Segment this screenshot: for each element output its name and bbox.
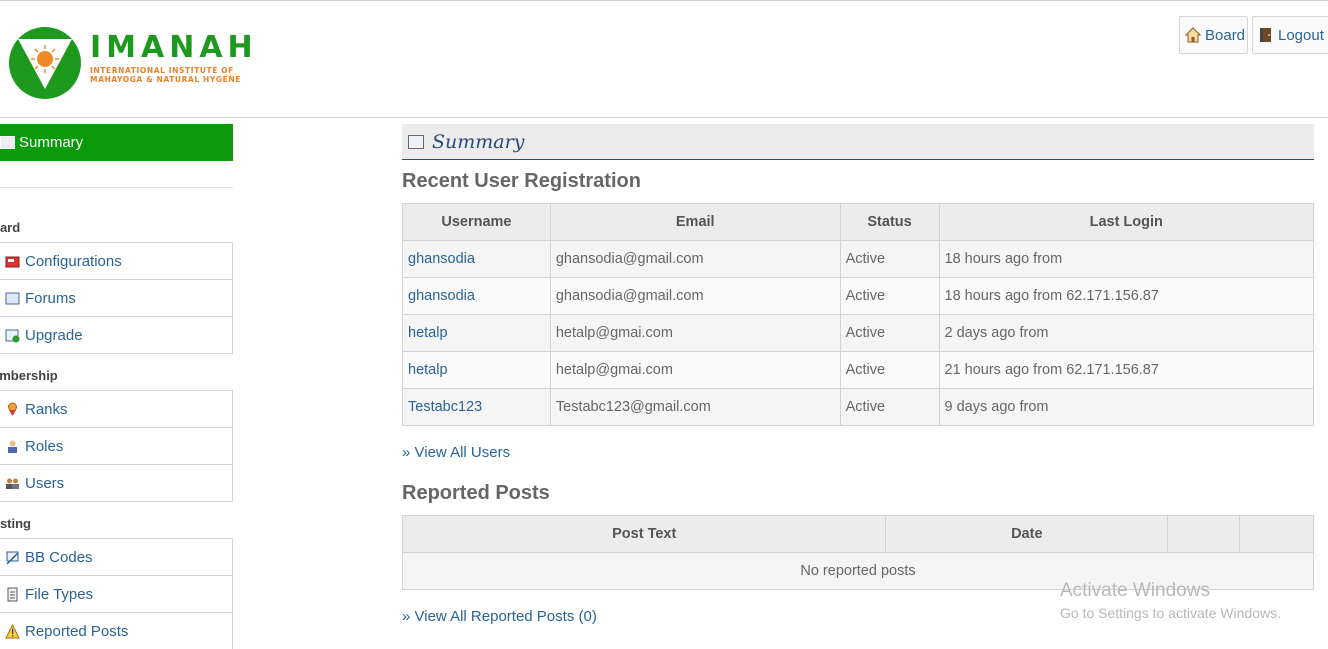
sidebar-item-configurations[interactable]: Configurations	[0, 242, 233, 280]
sidebar-item-label: BB Codes	[25, 548, 93, 566]
home-icon	[1184, 27, 1202, 43]
sidebar-item-label: Reported Posts	[25, 622, 129, 640]
last-login-cell: 18 hours ago from 62.171.156.87	[938, 277, 1314, 315]
table-row: ghansodia ghansodia@gmail.com Active 18 …	[402, 277, 1314, 315]
username-link[interactable]: hetalp	[402, 351, 551, 389]
table-header-row: Username Email Status Last Login	[402, 203, 1314, 241]
reported-posts-heading: Reported Posts	[402, 482, 550, 504]
column-header	[1167, 515, 1241, 553]
sidebar-section-board: oard	[0, 220, 21, 235]
status-cell: Active	[839, 277, 940, 315]
upgrade-icon	[5, 328, 20, 343]
table-row: ghansodia ghansodia@gmail.com Active 18 …	[402, 240, 1314, 278]
status-cell: Active	[839, 388, 940, 426]
sidebar-item-bb-codes[interactable]: BB Codes	[0, 538, 233, 576]
sidebar-item-label: Configurations	[25, 252, 122, 270]
summary-icon	[0, 136, 15, 149]
email-cell: ghansodia@gmail.com	[549, 277, 841, 315]
status-cell: Active	[839, 240, 940, 278]
column-header[interactable]: Username	[402, 203, 551, 241]
email-cell: ghansodia@gmail.com	[549, 240, 841, 278]
top-border	[0, 0, 1328, 1]
table-row: hetalp hetalp@gmai.com Active 2 days ago…	[402, 314, 1314, 352]
sidebar-item-label: Forums	[25, 289, 76, 307]
door-icon	[1258, 27, 1274, 43]
board-button[interactable]: Board	[1179, 16, 1248, 54]
sidebar-item-label: Users	[25, 474, 65, 492]
sidebar-section-posting: osting	[0, 516, 31, 531]
username-link[interactable]: hetalp	[402, 314, 551, 352]
sidebar-item-users[interactable]: Users	[0, 464, 233, 502]
last-login-cell: 9 days ago from	[938, 388, 1314, 426]
sidebar-item-upgrade[interactable]: Upgrade	[0, 316, 233, 354]
summary-icon	[408, 134, 424, 149]
watermark-subtitle: Go to Settings to activate Windows.	[1060, 605, 1281, 621]
column-header	[1239, 515, 1314, 553]
forums-icon	[5, 291, 20, 306]
activate-windows-watermark: Activate Windows Go to Settings to activ…	[1060, 580, 1281, 621]
column-header[interactable]: Email	[549, 203, 841, 241]
users-icon	[5, 476, 20, 491]
sidebar-item-label: Roles	[25, 437, 64, 455]
username-link[interactable]: ghansodia	[402, 277, 551, 315]
ranks-icon	[5, 402, 20, 417]
sidebar-item-ranks[interactable]: Ranks	[0, 390, 233, 428]
page-title-bar: Summary	[402, 124, 1314, 160]
email-cell: hetalp@gmai.com	[549, 351, 841, 389]
logo-subtitle-line2: MAHAYOGA & NATURAL HYGENE	[90, 75, 241, 84]
sidebar-item-summary[interactable]: Summary	[0, 124, 233, 161]
sidebar-item-label: Summary	[19, 134, 84, 151]
table-row: hetalp hetalp@gmai.com Active 21 hours a…	[402, 351, 1314, 389]
view-all-reported-posts-link[interactable]: » View All Reported Posts (0)	[402, 608, 597, 625]
sidebar-section-membership: embership	[0, 368, 58, 383]
logo-subtitle-line1: INTERNATIONAL INSTITUTE OF	[90, 66, 234, 75]
board-button-label: Board	[1205, 26, 1246, 44]
column-header[interactable]: Date	[885, 515, 1169, 553]
watermark-title: Activate Windows	[1060, 580, 1210, 601]
logo-wordmark: IMANAH	[90, 30, 258, 65]
status-cell: Active	[839, 314, 940, 352]
reported-posts-table: Post Text Date No reported posts	[401, 515, 1314, 590]
logout-button[interactable]: Logout	[1252, 16, 1328, 54]
last-login-cell: 18 hours ago from	[938, 240, 1314, 278]
sidebar-item-file-types[interactable]: File Types	[0, 575, 233, 613]
sidebar-item-reported-posts[interactable]: Reported Posts	[0, 612, 233, 649]
recent-users-table: Username Email Status Last Login ghansod…	[402, 203, 1314, 426]
sidebar-item-label: Upgrade	[25, 326, 83, 344]
sidebar-divider	[0, 187, 233, 188]
header-divider	[0, 117, 1328, 118]
sidebar-item-label: File Types	[25, 585, 94, 603]
email-cell: Testabc123@gmail.com	[549, 388, 841, 426]
column-header[interactable]: Post Text	[401, 515, 887, 553]
roles-icon	[5, 439, 20, 454]
last-login-cell: 21 hours ago from 62.171.156.87	[938, 351, 1314, 389]
page-title: Summary	[432, 130, 525, 153]
configurations-icon	[5, 254, 20, 269]
username-link[interactable]: ghansodia	[402, 240, 551, 278]
table-row: Testabc123 Testabc123@gmail.com Active 9…	[402, 388, 1314, 426]
table-header-row: Post Text Date	[401, 515, 1314, 553]
username-link[interactable]: Testabc123	[402, 388, 551, 426]
column-header[interactable]: Status	[839, 203, 940, 241]
last-login-cell: 2 days ago from	[938, 314, 1314, 352]
status-cell: Active	[839, 351, 940, 389]
filetypes-icon	[5, 587, 20, 602]
column-header[interactable]: Last Login	[938, 203, 1314, 241]
logo-emblem-icon	[9, 27, 81, 99]
sidebar-item-roles[interactable]: Roles	[0, 427, 233, 465]
site-logo[interactable]: IMANAH INTERNATIONAL INSTITUTE OF MAHAYO…	[8, 25, 278, 103]
warning-icon	[5, 623, 20, 639]
bbcodes-icon	[5, 550, 20, 565]
recent-users-heading: Recent User Registration	[402, 170, 641, 192]
email-cell: hetalp@gmai.com	[549, 314, 841, 352]
sidebar-item-label: Ranks	[25, 400, 68, 418]
view-all-users-link[interactable]: » View All Users	[402, 444, 510, 461]
sidebar-item-forums[interactable]: Forums	[0, 279, 233, 317]
logout-button-label: Logout	[1278, 26, 1324, 44]
logo-subtitle: INTERNATIONAL INSTITUTE OF MAHAYOGA & NA…	[90, 66, 241, 84]
